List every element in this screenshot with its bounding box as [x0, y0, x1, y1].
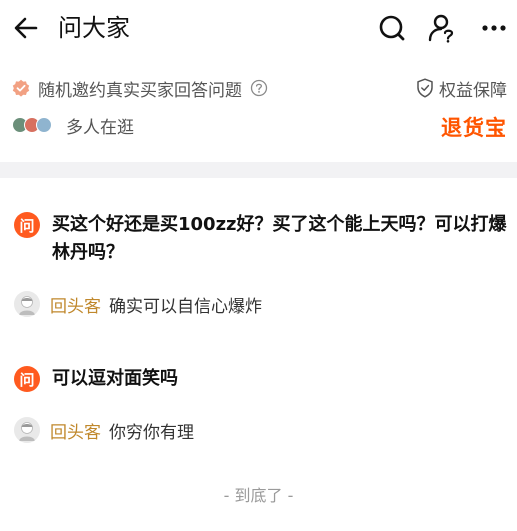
- section-divider: [0, 162, 517, 178]
- avatar: [36, 117, 52, 133]
- answer-author: 回头客: [50, 422, 101, 443]
- question-row: 问 买这个好还是买100zz好？买了这个能上天吗？可以打爆林丹吗？: [14, 211, 507, 267]
- end-of-list-text: - 到底了 -: [223, 486, 294, 505]
- top-bar: 问大家: [0, 0, 517, 60]
- question-text: 买这个好还是买100zz好？买了这个能上天吗？可以打爆林丹吗？: [52, 214, 507, 263]
- question-badge: 问: [14, 212, 40, 238]
- profile-question-icon: [428, 14, 454, 43]
- search-icon: [379, 15, 405, 41]
- answer-text: 你穷你有理: [109, 422, 194, 443]
- page-title: 问大家: [58, 14, 130, 42]
- search-button[interactable]: [374, 10, 410, 46]
- answer-text: 确实可以自信心爆炸: [109, 296, 262, 317]
- answer-row: 回头客 确实可以自信心爆炸: [14, 290, 262, 318]
- browsing-avatars: [12, 117, 52, 133]
- browsing-text: 多人在逛: [66, 117, 134, 138]
- avatar: [14, 291, 40, 317]
- ask-question-button[interactable]: [424, 10, 460, 46]
- question-text: 可以逗对面笑吗: [52, 368, 178, 389]
- help-icon[interactable]: [250, 79, 268, 97]
- back-button[interactable]: [8, 10, 44, 46]
- question-row: 问 可以逗对面笑吗: [14, 365, 507, 393]
- guarantee-link[interactable]: 权益保障: [416, 76, 507, 101]
- info-section: 随机邀约真实买家回答问题 权益保障 多人在逛 退货宝: [0, 66, 517, 162]
- answer-author: 回头客: [50, 296, 101, 317]
- more-button[interactable]: [476, 10, 512, 46]
- browsing-row: 多人在逛: [12, 113, 134, 138]
- invite-row: 随机邀约真实买家回答问题: [12, 76, 268, 101]
- user-avatar-icon: [14, 291, 40, 317]
- verified-badge-icon: [12, 79, 30, 97]
- shield-icon: [417, 78, 433, 98]
- return-service-logo: 退货宝: [441, 116, 507, 140]
- user-avatar-icon: [14, 417, 40, 443]
- invite-text: 随机邀约真实买家回答问题: [38, 80, 242, 101]
- answer-row: 回头客 你穷你有理: [14, 416, 194, 444]
- back-arrow-icon: [14, 17, 38, 39]
- more-icon: [482, 25, 506, 31]
- guarantee-text: 权益保障: [439, 80, 507, 101]
- avatar: [14, 417, 40, 443]
- question-badge: 问: [14, 366, 40, 392]
